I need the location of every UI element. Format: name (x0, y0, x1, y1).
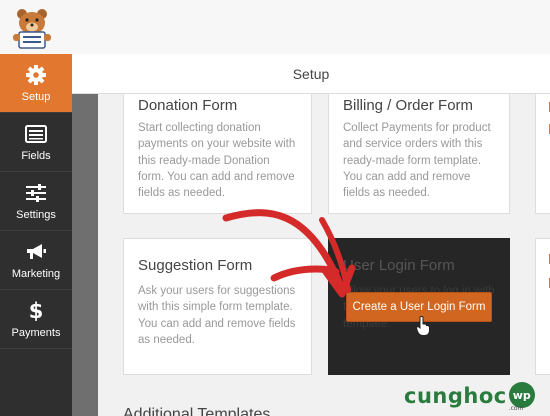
additional-templates-heading: Additional Templates (123, 406, 271, 416)
sidebar-item-label: Fields (21, 149, 51, 162)
watermark-logo: cunghoc wp .com (404, 382, 535, 412)
bear-mascot-icon (4, 4, 60, 50)
annotation-arrows (222, 209, 356, 298)
sidebar-item-fields[interactable]: Fields (0, 113, 72, 172)
sidebar-item-label: Payments (11, 326, 61, 339)
gear-icon (25, 64, 47, 86)
template-gallery: Donation Form Start collecting donation … (98, 94, 550, 416)
sidebar-item-settings[interactable]: Settings (0, 172, 72, 231)
sliders-icon (25, 182, 47, 204)
builder-preview-edge (72, 94, 98, 416)
dollar-icon: $ (28, 298, 44, 323)
sidebar-item-label: Marketing (11, 267, 61, 280)
sidebar-item-label: Setup (21, 90, 51, 103)
top-strip (0, 0, 550, 54)
watermark-domain: .com (508, 405, 524, 412)
page-header: Setup (72, 54, 550, 94)
watermark-text: cunghoc (404, 384, 507, 408)
page-title: Setup (292, 65, 330, 82)
sidebar: Setup Fields Settings Marketing $ Paymen… (0, 54, 72, 416)
sidebar-item-label: Settings (16, 208, 56, 221)
sidebar-item-setup[interactable]: Setup (0, 54, 72, 113)
sidebar-item-payments[interactable]: $ Payments (0, 290, 72, 349)
fields-list-icon (25, 123, 47, 145)
megaphone-icon (25, 241, 47, 263)
sidebar-item-marketing[interactable]: Marketing (0, 231, 72, 290)
